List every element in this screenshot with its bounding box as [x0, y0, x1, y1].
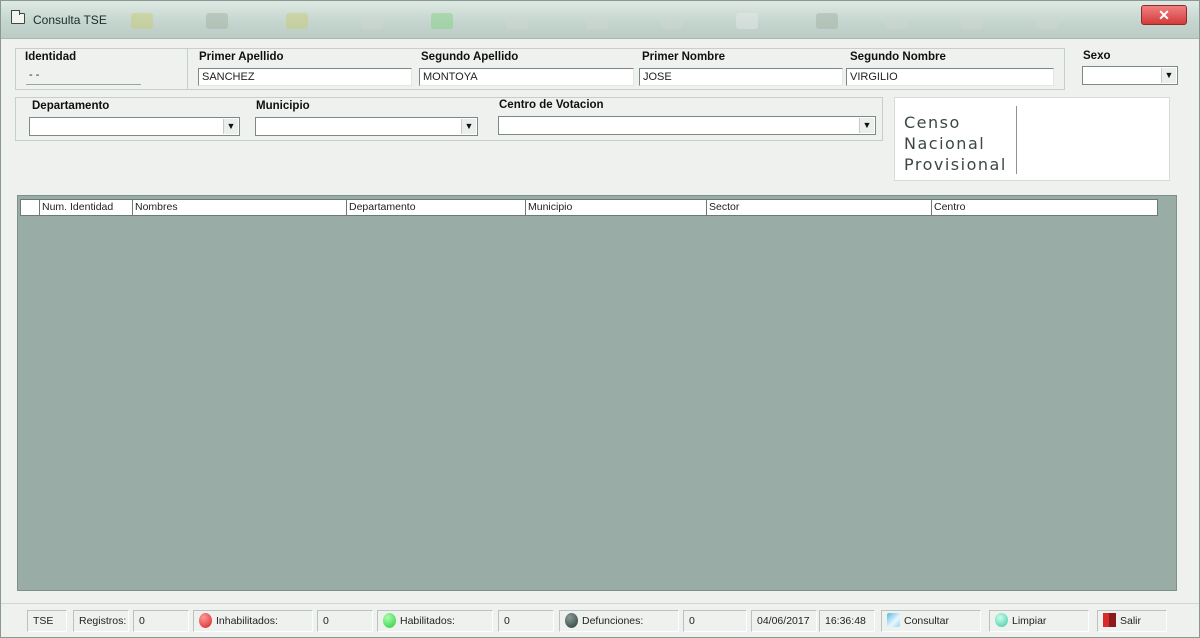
background-ghost-icon — [886, 13, 908, 29]
logo-line: Provisional — [904, 155, 1007, 174]
status-bar: TSE Registros: 0 Inhabilitados: 0 Habili… — [1, 603, 1199, 637]
registros-label: Registros: — [73, 610, 129, 632]
habilitados-label: Habilitados: — [400, 615, 455, 627]
primer-apellido-label: Primer Apellido — [199, 51, 284, 63]
search-doc-icon — [887, 613, 900, 628]
logo-line: Censo — [904, 113, 961, 132]
background-ghost-icon — [736, 13, 758, 29]
defunciones-count: 0 — [683, 610, 747, 632]
habilitados-label-cell: Habilitados: — [377, 610, 493, 632]
red-circle-icon — [199, 612, 212, 628]
background-ghost-icon — [961, 13, 983, 29]
departamento-select[interactable]: ▼ — [29, 117, 240, 136]
clear-icon — [995, 613, 1008, 628]
background-ghost-icon — [816, 13, 838, 29]
habilitados-count: 0 — [498, 610, 554, 632]
primer-nombre-input[interactable]: JOSE — [639, 68, 843, 86]
chevron-down-icon[interactable]: ▼ — [223, 119, 238, 134]
defunciones-label: Defunciones: — [582, 615, 644, 627]
sexo-label: Sexo — [1083, 50, 1111, 62]
title-bar: Consulta TSE ✕ — [1, 1, 1199, 39]
municipio-label: Municipio — [256, 100, 310, 112]
consultar-button[interactable]: Consultar — [881, 610, 981, 632]
column-header[interactable]: Sector — [707, 200, 932, 215]
background-ghost-icon — [431, 13, 453, 29]
column-header[interactable]: Nombres — [133, 200, 347, 215]
background-ghost-icon — [131, 13, 153, 29]
background-ghost-icon — [506, 13, 528, 29]
logo-text: Censo Nacional Provisional — [904, 112, 1007, 175]
inhabilitados-label-cell: Inhabilitados: — [193, 610, 313, 632]
salir-label: Salir — [1120, 615, 1142, 627]
municipio-select[interactable]: ▼ — [255, 117, 478, 136]
consultar-label: Consultar — [904, 615, 949, 627]
column-header[interactable]: Municipio — [526, 200, 707, 215]
row-selector-header[interactable] — [21, 200, 40, 215]
segundo-nombre-label: Segundo Nombre — [850, 51, 946, 63]
chevron-down-icon[interactable]: ▼ — [859, 118, 874, 133]
segundo-nombre-input[interactable]: VIRGILIO — [846, 68, 1054, 86]
background-ghost-icon — [286, 13, 308, 29]
chevron-down-icon[interactable]: ▼ — [461, 119, 476, 134]
segundo-apellido-label: Segundo Apellido — [421, 51, 519, 63]
background-ghost-icon — [1036, 13, 1058, 29]
segundo-apellido-input[interactable]: MONTOYA — [419, 68, 634, 86]
primer-nombre-label: Primer Nombre — [642, 51, 726, 63]
column-header[interactable]: Num. Identidad — [40, 200, 133, 215]
limpiar-label: Limpiar — [1012, 615, 1047, 627]
dark-circle-icon — [565, 612, 578, 628]
background-ghost-icon — [661, 13, 683, 29]
main-window: Consulta TSE ✕ Identidad - - Primer Apel… — [0, 0, 1200, 638]
primer-apellido-input[interactable]: SANCHEZ — [198, 68, 412, 86]
close-icon: ✕ — [1158, 7, 1170, 23]
departamento-label: Departamento — [32, 100, 110, 112]
sexo-select[interactable]: ▼ — [1082, 66, 1178, 85]
exit-door-icon — [1103, 613, 1116, 628]
column-header[interactable]: Centro — [932, 200, 1157, 215]
close-button[interactable]: ✕ — [1141, 5, 1187, 25]
censo-logo: Censo Nacional Provisional — [894, 97, 1170, 181]
window-title: Consulta TSE — [33, 13, 107, 27]
centro-votacion-label: Centro de Votacion — [499, 99, 604, 111]
identidad-input[interactable]: - - — [26, 67, 141, 85]
identidad-label: Identidad — [25, 51, 77, 63]
status-app-name: TSE — [27, 610, 67, 632]
inhabilitados-count: 0 — [317, 610, 373, 632]
logo-divider — [1016, 106, 1017, 174]
defunciones-label-cell: Defunciones: — [559, 610, 679, 632]
status-time: 16:36:48 — [819, 610, 875, 632]
chevron-down-icon[interactable]: ▼ — [1161, 68, 1176, 83]
logo-line: Nacional — [904, 134, 986, 153]
salir-button[interactable]: Salir — [1097, 610, 1167, 632]
centro-votacion-select[interactable]: ▼ — [498, 116, 876, 135]
limpiar-button[interactable]: Limpiar — [989, 610, 1089, 632]
form-window-icon — [11, 10, 25, 24]
column-header[interactable]: Departamento — [347, 200, 526, 215]
grid-header: Num. Identidad Nombres Departamento Muni… — [20, 199, 1158, 216]
background-ghost-icon — [206, 13, 228, 29]
status-date: 04/06/2017 — [751, 610, 817, 632]
background-ghost-icon — [586, 13, 608, 29]
results-grid[interactable]: Num. Identidad Nombres Departamento Muni… — [17, 195, 1177, 591]
background-ghost-icon — [361, 13, 383, 29]
registros-count: 0 — [133, 610, 189, 632]
green-circle-icon — [383, 612, 396, 628]
inhabilitados-label: Inhabilitados: — [216, 615, 278, 627]
